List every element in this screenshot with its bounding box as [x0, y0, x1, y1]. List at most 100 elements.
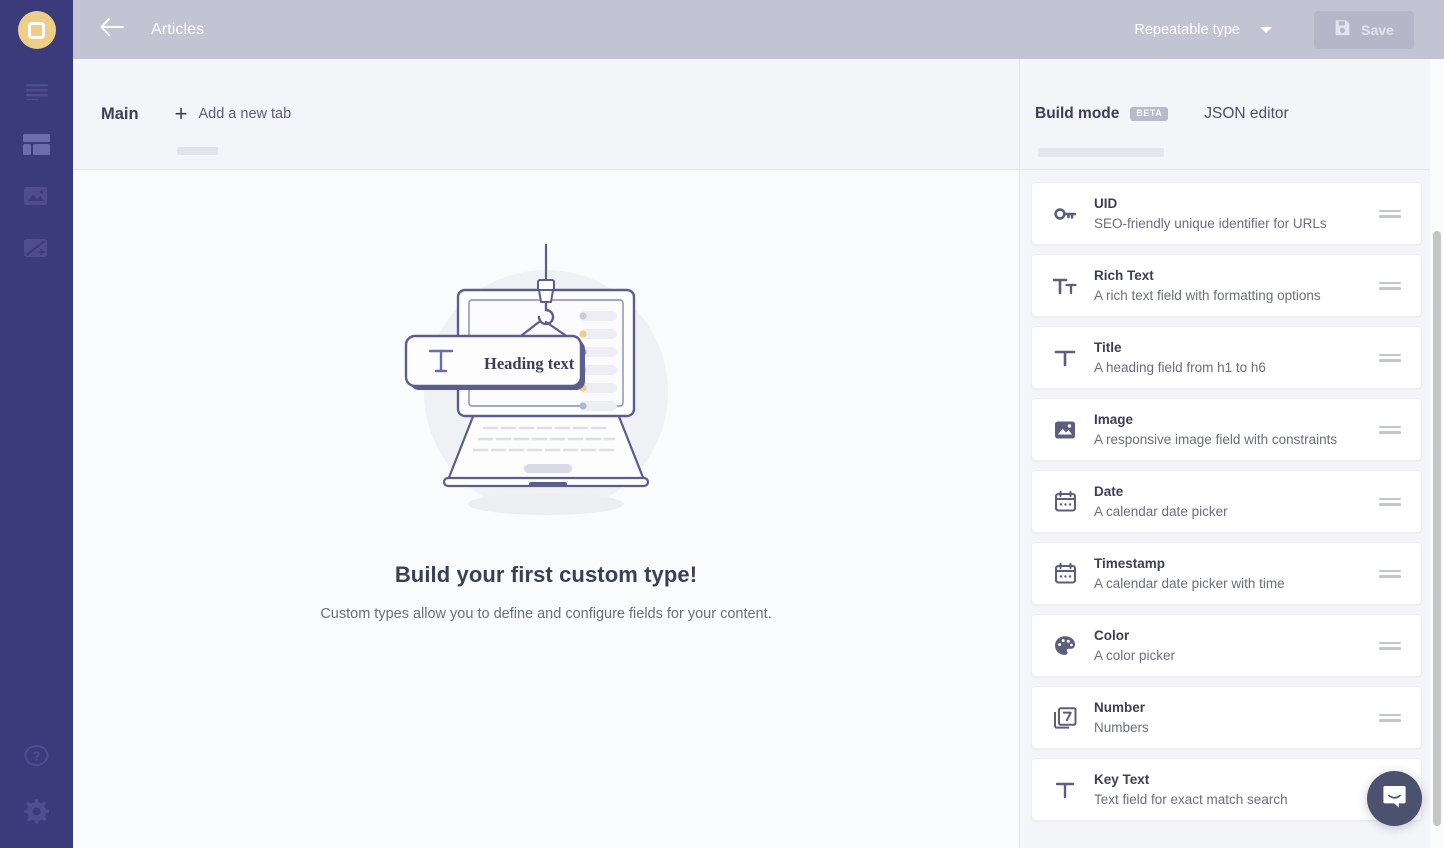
tab-build-mode[interactable]: Build mode BETA	[1035, 105, 1169, 123]
number-7-icon	[1050, 706, 1080, 729]
tab-main-label: Main	[101, 104, 139, 123]
sidebar-item-media-library[interactable]	[19, 181, 55, 211]
field-card-timestamp[interactable]: Timestamp A calendar date picker with tim…	[1031, 542, 1422, 605]
page-title: Articles	[151, 20, 205, 38]
back-button[interactable]	[95, 13, 129, 47]
field-card-description: A calendar date picker	[1094, 503, 1228, 519]
sidebar-item-settings[interactable]	[19, 796, 55, 826]
repeatable-type-dropdown[interactable]: Repeatable type	[1134, 22, 1276, 38]
sidebar-nav-bottom: ?	[19, 740, 55, 826]
app-logo[interactable]	[17, 11, 56, 49]
empty-state-subtitle: Custom types allow you to define and con…	[320, 606, 772, 622]
field-card-text: Rich Text A rich text field with formatti…	[1094, 266, 1379, 305]
main-content: Main + Add a new tab Heading text Build …	[73, 59, 1019, 848]
field-card-description: Numbers	[1094, 719, 1149, 735]
field-card-text: Timestamp A calendar date picker with tim…	[1094, 554, 1379, 593]
tab-main[interactable]: Main	[101, 105, 139, 124]
sidebar-item-help[interactable]: ?	[19, 740, 55, 770]
field-card-text: UID SEO-friendly unique identifier for UR…	[1094, 194, 1379, 233]
tabs-row: Main + Add a new tab	[73, 59, 1019, 169]
field-card-title: Number	[1094, 699, 1146, 715]
tab-build-mode-label: Build mode	[1035, 105, 1120, 122]
laptop-crane-heading-illustration: Heading text	[396, 242, 696, 532]
field-card-description: A rich text field with formatting option…	[1094, 287, 1321, 303]
key-text-T-icon	[1050, 780, 1080, 800]
document-lines-icon	[25, 84, 48, 100]
field-card-description: A calendar date picker with time	[1094, 575, 1285, 591]
layout-grid-icon	[23, 133, 50, 155]
chevron-down-icon	[1260, 26, 1272, 33]
field-card-title: Rich Text	[1094, 267, 1154, 283]
svg-text:?: ?	[33, 748, 41, 763]
floppy-disk-save-icon	[1334, 19, 1351, 41]
key-icon	[1050, 203, 1080, 225]
tab-active-indicator	[177, 147, 218, 155]
field-card-title: Color	[1094, 627, 1130, 643]
field-card-description: A heading field from h1 to h6	[1094, 359, 1266, 375]
arrow-left-icon	[100, 18, 124, 41]
sidebar-item-documents[interactable]	[19, 77, 55, 107]
right-panel: Build mode BETA JSON editor UID SEO-frien…	[1019, 59, 1444, 848]
prismic-logo-icon	[28, 21, 45, 39]
sidebar-item-custom-types[interactable]	[19, 129, 55, 159]
field-card-description: Text field for exact match search	[1094, 791, 1288, 807]
field-card-title: Key Text	[1094, 771, 1150, 787]
drag-handle-icon[interactable]	[1379, 281, 1401, 290]
field-card-number[interactable]: Number Numbers	[1031, 686, 1422, 749]
save-button[interactable]: Save	[1314, 10, 1414, 49]
field-card-title: Title	[1094, 339, 1122, 355]
image-icon	[1050, 420, 1080, 440]
field-card-text: Number Numbers	[1094, 698, 1379, 737]
right-tab-active-indicator	[1038, 148, 1164, 157]
field-card-key-text[interactable]: Key Text Text field for exact match searc…	[1031, 758, 1422, 821]
sidebar-nav-top	[19, 77, 55, 263]
illustration-card-label: Heading text	[484, 354, 575, 373]
field-card-description: A responsive image field with constraint…	[1094, 431, 1338, 447]
help-circle-icon: ?	[24, 743, 49, 768]
chat-launcher-button[interactable]	[1367, 771, 1422, 826]
title-T-icon	[1050, 348, 1080, 368]
sidebar-item-slices[interactable]	[19, 233, 55, 263]
drag-handle-icon[interactable]	[1379, 641, 1401, 650]
field-card-title: Timestamp	[1094, 555, 1166, 571]
add-new-tab-button[interactable]: + Add a new tab	[175, 103, 292, 125]
intercom-chat-icon	[1381, 783, 1408, 815]
field-card-color[interactable]: Color A color picker	[1031, 614, 1422, 677]
image-icon	[24, 186, 49, 207]
field-card-uid[interactable]: UID SEO-friendly unique identifier for UR…	[1031, 182, 1422, 245]
top-bar: Articles Repeatable type Save	[73, 0, 1444, 59]
drag-handle-icon[interactable]	[1379, 353, 1401, 362]
slices-icon	[24, 238, 49, 259]
calendar-clock-icon	[1050, 563, 1080, 584]
field-card-text: Key Text Text field for exact match searc…	[1094, 770, 1379, 809]
right-panel-tabs: Build mode BETA JSON editor	[1020, 59, 1444, 169]
field-card-title: Date	[1094, 483, 1124, 499]
field-card-date[interactable]: Date A calendar date picker	[1031, 470, 1422, 533]
palette-icon	[1050, 635, 1080, 656]
panel-scrollbar-track[interactable]	[1430, 59, 1444, 848]
gear-icon	[24, 798, 49, 824]
beta-badge: BETA	[1130, 107, 1169, 121]
field-card-title[interactable]: Title A heading field from h1 to h6	[1031, 326, 1422, 389]
field-card-text: Color A color picker	[1094, 626, 1379, 665]
empty-state-canvas: Heading text Build your first custom typ…	[73, 170, 1019, 848]
topbar-actions: Repeatable type Save	[1134, 10, 1444, 49]
drag-handle-icon[interactable]	[1379, 209, 1401, 218]
tab-json-editor-label: JSON editor	[1204, 105, 1289, 122]
left-sidebar: ?	[0, 0, 73, 848]
plus-icon: +	[174, 101, 188, 126]
tab-json-editor[interactable]: JSON editor	[1204, 105, 1288, 123]
panel-scrollbar-thumb[interactable]	[1433, 231, 1441, 826]
drag-handle-icon[interactable]	[1379, 497, 1401, 506]
field-card-text: Date A calendar date picker	[1094, 482, 1379, 521]
repeatable-type-label: Repeatable type	[1134, 21, 1240, 38]
field-card-image[interactable]: Image A responsive image field with const…	[1031, 398, 1422, 461]
drag-handle-icon[interactable]	[1379, 425, 1401, 434]
drag-handle-icon[interactable]	[1379, 569, 1401, 578]
field-card-rich-text[interactable]: Rich Text A rich text field with formatti…	[1031, 254, 1422, 317]
field-card-description: A color picker	[1094, 647, 1176, 663]
drag-handle-icon[interactable]	[1379, 713, 1401, 722]
field-card-title: UID	[1094, 195, 1118, 211]
field-card-text: Image A responsive image field with const…	[1094, 410, 1379, 449]
field-type-list[interactable]: UID SEO-friendly unique identifier for UR…	[1020, 170, 1444, 848]
